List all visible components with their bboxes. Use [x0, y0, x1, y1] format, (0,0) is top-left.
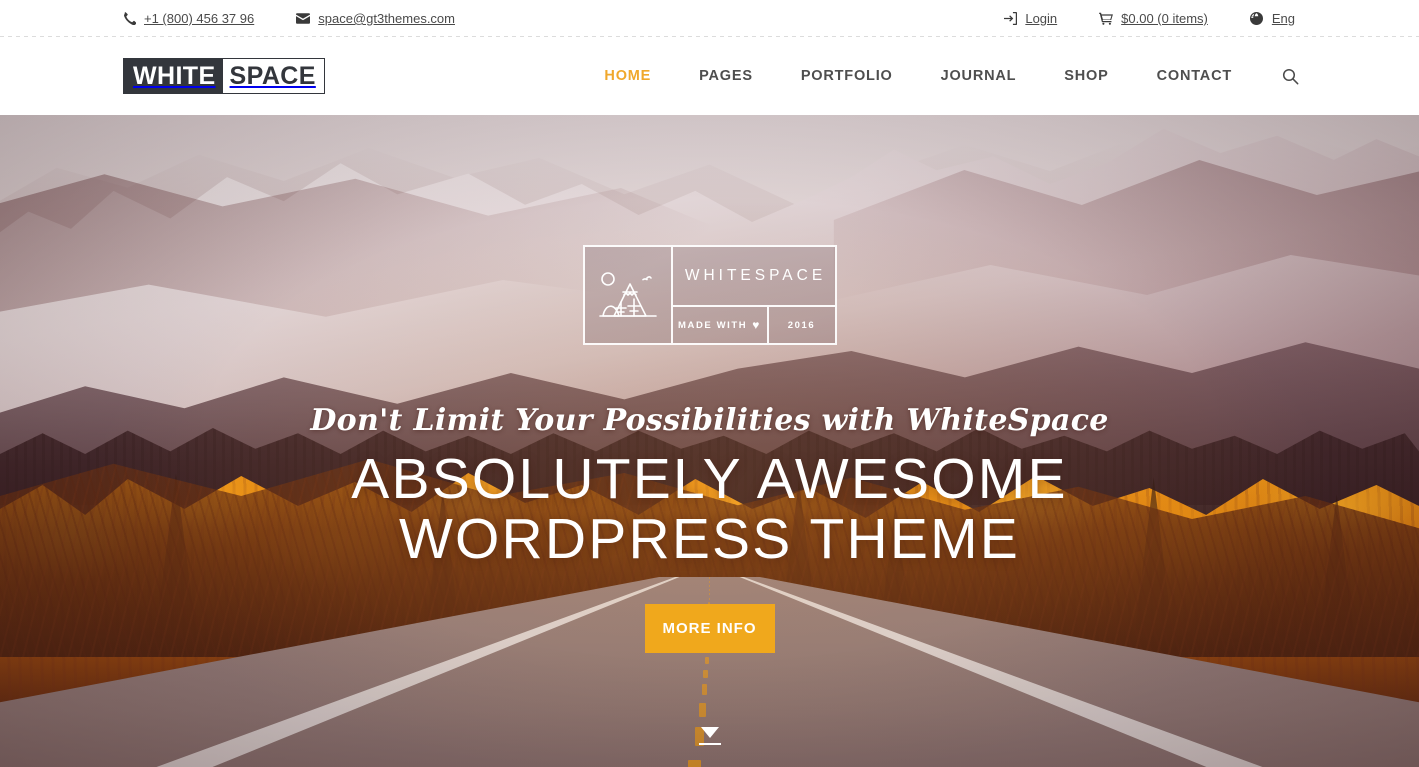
- emblem-made-with: MADE WITH ♥: [673, 307, 769, 343]
- nav-item-shop[interactable]: SHOP: [1040, 69, 1132, 84]
- emblem-text-block: WHITESPACE MADE WITH ♥ 2016: [672, 247, 835, 343]
- email-link[interactable]: space@gt3themes.com: [296, 11, 455, 26]
- scroll-indicator-bar: [698, 743, 721, 745]
- emblem-bottom-row: MADE WITH ♥ 2016: [673, 307, 835, 343]
- emblem-artwork: [585, 247, 673, 343]
- top-bar-left-group: +1 (800) 456 37 96 space@gt3themes.com: [122, 11, 455, 26]
- hero-headline-line-1: ABSOLUTELY AWESOME: [351, 447, 1068, 511]
- mountain-scene-icon: [598, 272, 657, 317]
- cart-total-text: $0.00 (0 items): [1121, 11, 1208, 26]
- search-icon[interactable]: [1256, 68, 1299, 85]
- chevron-down-icon: [700, 727, 719, 738]
- login-icon: [1003, 12, 1017, 26]
- nav-item-pages[interactable]: PAGES: [675, 69, 777, 84]
- top-bar: +1 (800) 456 37 96 space@gt3themes.com L…: [0, 0, 1419, 37]
- top-bar-right-group: Login $0.00 (0 items) Eng: [1003, 11, 1295, 26]
- more-info-button[interactable]: MORE INFO: [644, 603, 775, 653]
- page-root: +1 (800) 456 37 96 space@gt3themes.com L…: [0, 0, 1419, 767]
- logo-word-white: WHITE: [133, 61, 216, 90]
- nav-item-journal[interactable]: JOURNAL: [917, 69, 1041, 84]
- hero-content: WHITESPACE MADE WITH ♥ 2016 Don't Limit …: [0, 115, 1419, 767]
- site-header: WHITE SPACE HOME PAGES PORTFOLIO JOURNAL…: [0, 37, 1419, 115]
- cart-link[interactable]: $0.00 (0 items): [1099, 11, 1208, 26]
- hero-headline-line-2: WORDPRESS THEME: [398, 506, 1020, 571]
- phone-link[interactable]: +1 (800) 456 37 96: [122, 11, 254, 26]
- login-text: Login: [1025, 11, 1058, 26]
- language-selector[interactable]: Eng: [1250, 11, 1295, 26]
- emblem-made-with-label: MADE WITH: [677, 319, 748, 331]
- main-navigation: HOME PAGES PORTFOLIO JOURNAL SHOP CONTAC…: [580, 68, 1299, 85]
- language-text: Eng: [1271, 11, 1295, 26]
- email-text: space@gt3themes.com: [318, 11, 455, 26]
- logo-word-space: SPACE: [222, 59, 324, 93]
- site-logo[interactable]: WHITE SPACE: [123, 58, 325, 94]
- cart-icon: [1099, 12, 1114, 26]
- hero-script-tagline: Don't Limit Your Possibilities with Whit…: [310, 403, 1109, 438]
- emblem-brand-text: WHITESPACE: [672, 247, 835, 307]
- envelope-icon: [296, 12, 311, 26]
- nav-item-portfolio[interactable]: PORTFOLIO: [777, 69, 917, 84]
- nav-item-home[interactable]: HOME: [580, 69, 675, 84]
- scroll-down-indicator[interactable]: [698, 727, 721, 745]
- heart-icon: ♥: [752, 318, 761, 332]
- hero-headline: ABSOLUTELY AWESOME WORDPRESS THEME: [351, 447, 1068, 571]
- emblem-year: 2016: [787, 319, 816, 331]
- login-link[interactable]: Login: [1003, 11, 1057, 26]
- hero-section: WHITESPACE MADE WITH ♥ 2016 Don't Limit …: [0, 115, 1419, 767]
- globe-icon: [1250, 12, 1264, 26]
- phone-text: +1 (800) 456 37 96: [144, 11, 255, 26]
- phone-icon: [122, 12, 136, 26]
- whitespace-emblem-badge: WHITESPACE MADE WITH ♥ 2016: [582, 245, 837, 345]
- nav-item-contact[interactable]: CONTACT: [1133, 69, 1256, 84]
